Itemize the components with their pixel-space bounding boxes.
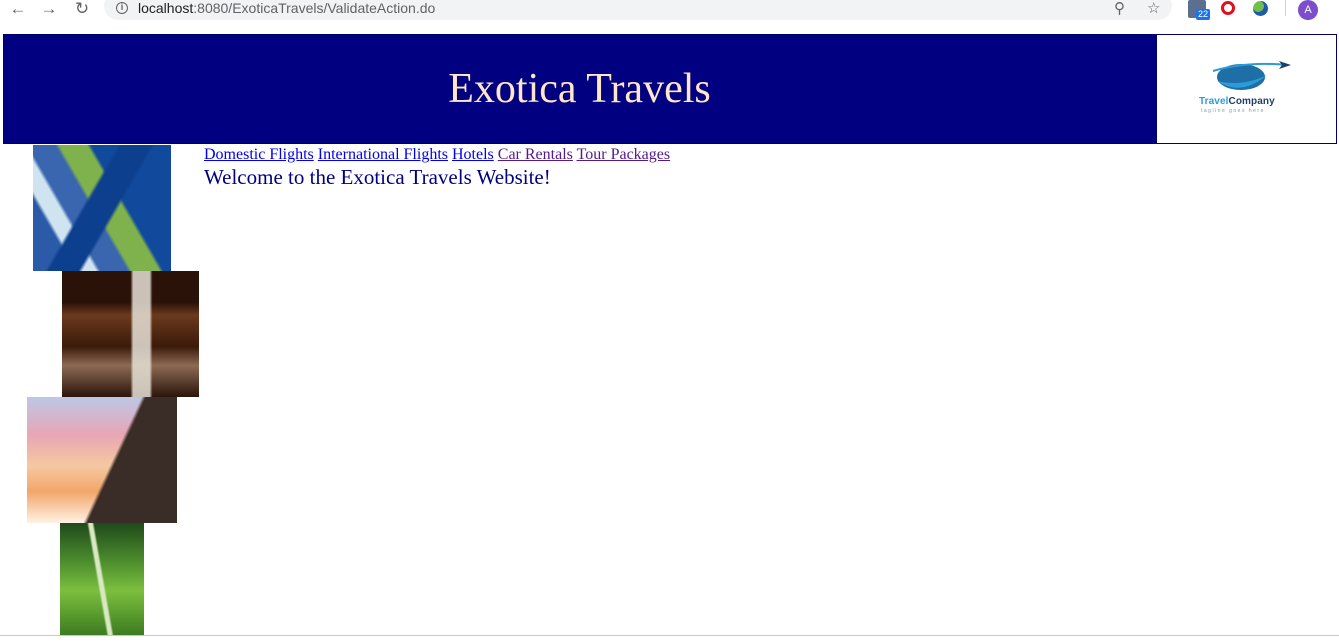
green-valley-image <box>60 523 144 636</box>
company-logo: TravelCompany tagline goes here <box>1155 35 1336 143</box>
welcome-message: Welcome to the Exotica Travels Website! <box>204 165 551 189</box>
calendar-extension-icon[interactable]: 22 <box>1188 0 1210 20</box>
waterfall-image <box>62 271 199 397</box>
extension-badge: 22 <box>1196 9 1210 20</box>
nav-link-domestic-flights[interactable]: Domestic Flights <box>204 146 314 163</box>
nav-link-international-flights[interactable]: International Flights <box>318 146 448 163</box>
opera-extension-icon[interactable] <box>1221 1 1235 15</box>
sunset-peak-image <box>27 397 177 523</box>
url-text[interactable]: localhost:8080/ExoticaTravels/ValidateAc… <box>138 0 435 16</box>
toolbar-divider <box>1285 0 1286 16</box>
back-icon[interactable]: ← <box>7 0 29 18</box>
nav-link-car-rentals[interactable]: Car Rentals <box>498 146 573 163</box>
logo-tagline: tagline goes here <box>1201 108 1265 114</box>
airplane-globe-icon <box>1212 61 1291 90</box>
browser-toolbar: ← → ↻ i localhost:8080/ExoticaTravels/Va… <box>0 0 1339 22</box>
forward-icon[interactable]: → <box>38 0 60 18</box>
zoom-icon[interactable]: ⚲ <box>1114 0 1125 17</box>
address-bar[interactable]: i localhost:8080/ExoticaTravels/Validate… <box>104 0 1172 20</box>
profile-avatar[interactable]: A <box>1298 0 1318 20</box>
nav-link-tour-packages[interactable]: Tour Packages <box>577 146 671 163</box>
bookmark-star-icon[interactable]: ☆ <box>1147 0 1160 17</box>
info-icon[interactable]: i <box>116 2 128 14</box>
nav-links: Domestic Flights International Flights H… <box>204 146 670 164</box>
site-title: Exotica Travels <box>448 66 711 112</box>
header-banner: Exotica Travels TravelCompany tagline go… <box>3 34 1337 144</box>
globe-extension-icon[interactable] <box>1253 1 1268 16</box>
mountain-river-image <box>33 145 171 271</box>
nav-link-hotels[interactable]: Hotels <box>452 146 494 163</box>
logo-wordmark: TravelCompany <box>1199 96 1275 107</box>
reload-icon[interactable]: ↻ <box>71 0 93 18</box>
